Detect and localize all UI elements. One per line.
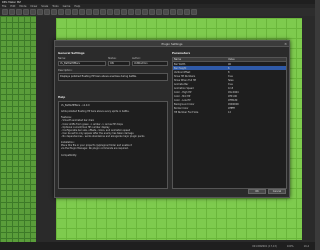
parameter-name: Background Color — [174, 102, 195, 106]
toolbar-button[interactable] — [114, 9, 120, 15]
parameter-value: #000000 — [228, 102, 239, 106]
toolbar-button[interactable] — [142, 9, 148, 15]
parameter-row[interactable]: Animate Bar true — [173, 82, 286, 86]
toolbar-button[interactable] — [86, 9, 92, 15]
parameter-row[interactable]: Background Color #000000 — [173, 102, 286, 106]
help-line: Compatibility: — [61, 153, 77, 157]
author-field[interactable]: VoltRodmin — [132, 60, 168, 66]
parameter-row[interactable]: Color - Low HP #ff3b30 — [173, 98, 286, 102]
parameter-row[interactable]: Animation Speed 0.15 — [173, 86, 286, 90]
parameter-row[interactable]: Show When Full HP false — [173, 78, 286, 82]
description-field[interactable]: Displays polished floating HP bars above… — [58, 72, 168, 81]
parameter-row[interactable]: Bar Width 96 — [173, 62, 286, 66]
toolbar-button[interactable] — [23, 9, 29, 15]
toolbar-button[interactable] — [100, 9, 106, 15]
toolbar-button[interactable] — [170, 9, 176, 15]
toolbar-button[interactable] — [2, 9, 8, 15]
toolbar-button[interactable] — [16, 9, 22, 15]
parameter-row[interactable]: Border Color #ffffff — [173, 106, 286, 110]
tileset-panel[interactable] — [0, 16, 36, 242]
parameter-value: 6 — [228, 66, 230, 70]
toolbar-button[interactable] — [51, 9, 57, 15]
help-text[interactable]: VL_BattleHPBars - v1.0.0 Adds polished f… — [58, 101, 168, 189]
parameter-value: 0.15 — [228, 86, 234, 90]
toolbar-button[interactable] — [149, 9, 155, 15]
toolbar-button[interactable] — [184, 9, 190, 15]
parameter-value: 96 — [228, 62, 231, 66]
col-name-header: Name — [174, 58, 182, 61]
ok-button[interactable]: OK — [248, 189, 266, 194]
parameter-row[interactable]: Color - Mid HP #ffcc00 — [173, 94, 286, 98]
parameter-name: Border Color — [174, 106, 189, 110]
cursor-coords: 16,4 — [303, 244, 309, 248]
toolbar-button[interactable] — [65, 9, 71, 15]
toolbar-button[interactable] — [93, 9, 99, 15]
parameters-table: Name Value Bar Width 96 Bar Height 6 Vertica… — [172, 57, 287, 189]
close-icon[interactable]: × — [284, 42, 287, 46]
parameter-value: #4cd964 — [228, 90, 239, 94]
toolbar-button[interactable] — [163, 9, 169, 15]
zoom-level: 100% — [286, 244, 294, 248]
parameters-heading: Parameters — [172, 51, 191, 55]
toolbar-button[interactable] — [121, 9, 127, 15]
parameter-value: false — [228, 78, 234, 82]
parameter-name: Color - High HP — [174, 90, 192, 94]
toolbar-button[interactable] — [9, 9, 15, 15]
parameter-name: Color - Mid HP — [174, 94, 191, 98]
toolbar-button[interactable] — [128, 9, 134, 15]
parameter-row[interactable]: Bar Height 6 — [173, 66, 286, 70]
parameter-value: true — [228, 74, 233, 78]
plugin-settings-dialog: Plugin Settings × General Settings Name:… — [54, 40, 290, 198]
parameter-name: Animation Speed — [174, 86, 194, 90]
toolbar-button[interactable] — [107, 9, 113, 15]
toolbar-button[interactable] — [72, 9, 78, 15]
name-field[interactable]: VL_BattleHPBars — [58, 60, 106, 66]
toolbar-button[interactable] — [191, 9, 197, 15]
status-select[interactable]: ON — [108, 60, 130, 66]
general-heading: General Settings — [58, 51, 85, 55]
parameter-name: Vertical Offset — [174, 70, 191, 74]
parameter-name: Bar Height — [174, 66, 187, 70]
parameter-row[interactable]: Show HP Numbers true — [173, 74, 286, 78]
parameter-name: Show When Full HP — [174, 78, 197, 82]
map-info: 001:MAP001 (17,13) — [252, 244, 277, 248]
parameter-value: #ffffff — [228, 106, 235, 110]
parameter-value: #ffcc00 — [228, 94, 238, 98]
toolbar-button[interactable] — [79, 9, 85, 15]
parameter-value: #ff3b30 — [228, 98, 238, 102]
toolbar-button[interactable] — [156, 9, 162, 15]
toolbar-button[interactable] — [135, 9, 141, 15]
parameter-name: HP Number Font Size — [174, 110, 199, 114]
parameter-name: Bar Width — [174, 62, 186, 66]
parameter-row[interactable]: HP Number Font Size 12 — [173, 110, 286, 114]
dialog-buttons: OK Cancel — [248, 189, 286, 194]
parameter-value: 12 — [228, 110, 231, 114]
toolbar-button[interactable] — [58, 9, 64, 15]
general-settings: General Settings Name: VL_BattleHPBars S… — [58, 51, 168, 91]
toolbar — [0, 8, 315, 16]
dialog-titlebar: Plugin Settings × — [55, 41, 289, 47]
parameter-row[interactable]: Color - High HP #4cd964 — [173, 90, 286, 94]
toolbar-button[interactable] — [30, 9, 36, 15]
status-bar: 001:MAP001 (17,13) 100% 16,4 — [0, 242, 315, 250]
parameter-value: true — [228, 82, 233, 86]
parameters-section: Parameters Name Value Bar Width 96 Bar Hei… — [172, 51, 287, 189]
parameter-value: 8 — [228, 70, 230, 74]
description-label: Description: — [58, 68, 73, 72]
dialog-title: Plugin Settings — [161, 41, 183, 46]
parameter-row[interactable]: Vertical Offset 8 — [173, 70, 286, 74]
help-section: Help VL_BattleHPBars - v1.0.0 Adds polis… — [58, 95, 168, 189]
help-heading: Help — [58, 95, 66, 99]
parameter-name: Color - Low HP — [174, 98, 191, 102]
parameter-name: Animate Bar — [174, 82, 189, 86]
parameter-name: Show HP Numbers — [174, 74, 196, 78]
toolbar-button[interactable] — [44, 9, 50, 15]
cancel-button[interactable]: Cancel — [268, 189, 286, 194]
toolbar-button[interactable] — [177, 9, 183, 15]
toolbar-button[interactable] — [37, 9, 43, 15]
col-value-header: Value — [228, 58, 235, 61]
